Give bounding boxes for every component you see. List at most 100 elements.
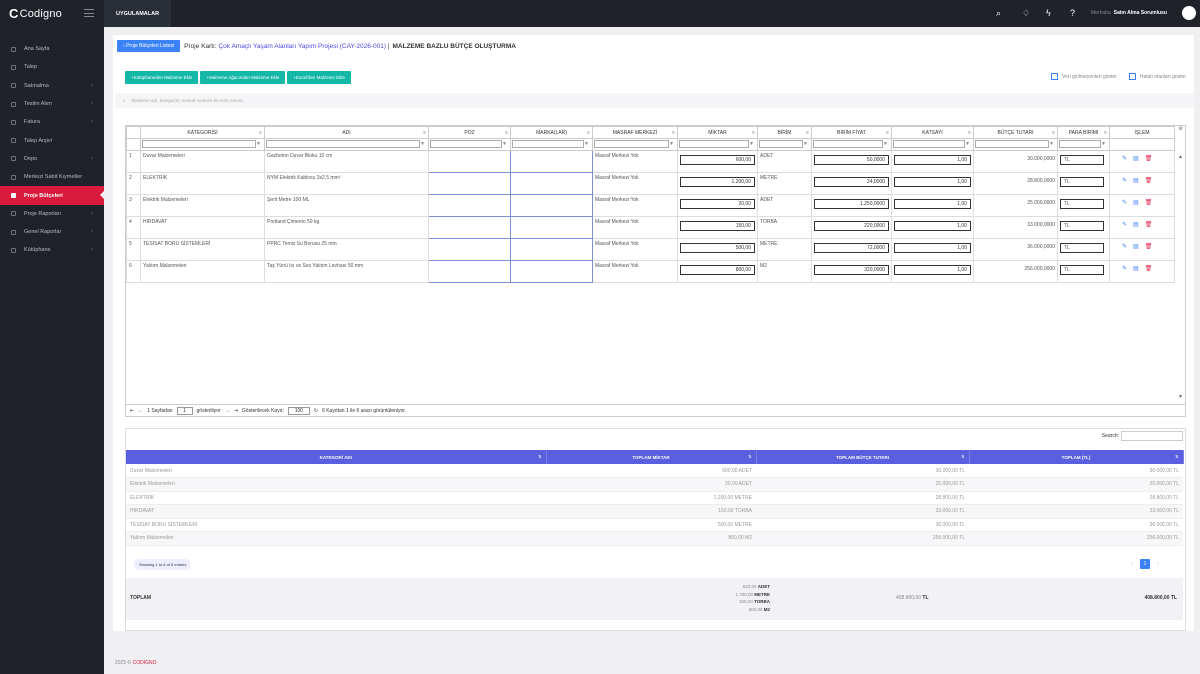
- edit-icon[interactable]: ✎: [1122, 243, 1127, 250]
- currency-select[interactable]: TL: [1060, 199, 1104, 209]
- filter-icon[interactable]: ▼: [883, 141, 888, 147]
- search-icon[interactable]: ⌕: [996, 8, 1001, 19]
- summary-column-header[interactable]: TOPLAM BÜTÇE TUTARI ⇅: [756, 450, 970, 464]
- page-input[interactable]: 1: [176, 406, 193, 415]
- coefficient-input[interactable]: 1,00: [894, 199, 971, 209]
- column-header[interactable]: KATEGORİSİ ≡: [140, 126, 265, 139]
- quantity-input[interactable]: 600,00: [680, 155, 755, 165]
- column-filter-input[interactable]: ▼: [1059, 140, 1106, 148]
- summary-column-header[interactable]: TOPLAM MİKTAR ⇅: [546, 450, 757, 464]
- column-header[interactable]: PARA BİRİMİ ≡: [1057, 126, 1110, 139]
- checkbox-box[interactable]: [1128, 73, 1136, 80]
- add-material-button[interactable]: + Excel'den Malzeme Ekle: [287, 71, 351, 84]
- brand-cell[interactable]: [510, 172, 593, 195]
- delete-icon[interactable]: 🗑: [1145, 199, 1153, 206]
- first-page-icon[interactable]: ⇤: [130, 408, 134, 414]
- checkbox-box[interactable]: [1051, 73, 1059, 80]
- column-filter-input[interactable]: ▼: [679, 140, 754, 148]
- table-row[interactable]: 4 HIRDAVAT Portland Çimento 50 kg Masraf Me…: [126, 216, 1175, 239]
- column-menu-icon[interactable]: ≡: [1104, 130, 1107, 136]
- sidebar-item[interactable]: Ana Sayfa: [0, 40, 104, 58]
- quick-search-input[interactable]: ⌕ Malzeme adı, kategorisi, masraf merkezi…: [115, 93, 1194, 108]
- details-icon[interactable]: ▤: [1133, 243, 1139, 250]
- filter-icon[interactable]: ▼: [502, 141, 507, 147]
- details-icon[interactable]: ▤: [1133, 221, 1139, 228]
- column-filter-input[interactable]: ▼: [142, 140, 261, 148]
- refresh-icon[interactable]: ↻: [314, 408, 318, 414]
- sidebar-item[interactable]: Kütüphane ›: [0, 241, 104, 259]
- coefficient-input[interactable]: 1,00: [894, 177, 971, 187]
- currency-select[interactable]: TL: [1060, 155, 1104, 165]
- table-row[interactable]: 3 Elektrik Malzemeleri Şerit Metre 100 ML M…: [126, 194, 1175, 217]
- column-header[interactable]: [126, 126, 141, 139]
- filter-icon[interactable]: ▼: [1101, 141, 1106, 147]
- poz-cell[interactable]: [428, 238, 511, 261]
- sidebar-item[interactable]: Genel Raporlar ›: [0, 223, 104, 241]
- column-menu-icon[interactable]: ≡: [423, 130, 426, 136]
- poz-cell[interactable]: [428, 216, 511, 239]
- brand-cell[interactable]: [510, 150, 593, 173]
- table-row[interactable]: 1 Duvar Malzemeleri Gazbeton Duvar Bloku 1…: [126, 150, 1175, 173]
- column-filter-input[interactable]: ▼: [759, 140, 808, 148]
- delete-icon[interactable]: 🗑: [1145, 177, 1153, 184]
- unit-price-input[interactable]: 50,0000: [814, 155, 889, 165]
- column-menu-icon[interactable]: ≡: [806, 130, 809, 136]
- prev-page-button[interactable]: ‹: [1127, 559, 1137, 569]
- delete-icon[interactable]: 🗑: [1145, 221, 1153, 228]
- column-menu-icon[interactable]: ≡: [968, 130, 971, 136]
- quantity-input[interactable]: 1.200,00: [680, 177, 755, 187]
- edit-icon[interactable]: ✎: [1122, 199, 1127, 206]
- coefficient-input[interactable]: 1,00: [894, 243, 971, 253]
- column-filter-input[interactable]: ▼: [975, 140, 1054, 148]
- column-filter-input[interactable]: ▼: [266, 140, 425, 148]
- sidebar-item[interactable]: Depo ›: [0, 150, 104, 168]
- details-icon[interactable]: ▤: [1133, 177, 1139, 184]
- per-page-select[interactable]: 100: [287, 406, 310, 415]
- unit-price-input[interactable]: 72,0000: [814, 243, 889, 253]
- table-row[interactable]: 6 Yalıtım Malzemeleri Taş Yünü Isı ve Ses …: [126, 260, 1175, 283]
- sidebar-item[interactable]: Fatura ›: [0, 113, 104, 131]
- currency-select[interactable]: TL: [1060, 221, 1104, 231]
- next-page-icon[interactable]: →: [225, 408, 230, 414]
- coefficient-input[interactable]: 1,00: [894, 265, 971, 275]
- filter-checkbox[interactable]: Hatalı olanları göster: [1128, 73, 1186, 80]
- table-row[interactable]: 2 ELEKTRİK NYM Elektrik Kablosu 3x2,5 mm² M…: [126, 172, 1175, 195]
- lightning-icon[interactable]: ϟ: [1046, 8, 1051, 18]
- edit-icon[interactable]: ✎: [1122, 265, 1127, 272]
- column-header[interactable]: İŞLEM: [1109, 126, 1175, 139]
- sidebar-item[interactable]: Talep: [0, 58, 104, 76]
- details-icon[interactable]: ▤: [1133, 265, 1139, 272]
- details-icon[interactable]: ▤: [1133, 199, 1139, 206]
- column-menu-icon[interactable]: ≡: [886, 130, 889, 136]
- quantity-input[interactable]: 20,00: [680, 199, 755, 209]
- currency-select[interactable]: TL: [1060, 265, 1104, 275]
- grid-settings-icon[interactable]: ⚙: [1179, 126, 1183, 132]
- filter-icon[interactable]: ▼: [256, 141, 261, 147]
- filter-icon[interactable]: ▼: [803, 141, 808, 147]
- summary-column-header[interactable]: KATEGORİ ADI ⇅: [126, 450, 547, 464]
- column-header[interactable]: ADI ≡: [264, 126, 429, 139]
- filter-icon[interactable]: ▼: [420, 141, 425, 147]
- column-menu-icon[interactable]: ≡: [505, 130, 508, 136]
- filter-icon[interactable]: ▼: [584, 141, 589, 147]
- column-filter-input[interactable]: ▼: [512, 140, 589, 148]
- unit-price-input[interactable]: 1.250,0000: [814, 199, 889, 209]
- filter-icon[interactable]: ▼: [749, 141, 754, 147]
- quantity-input[interactable]: 500,00: [680, 243, 755, 253]
- back-to-list-button[interactable]: ‹ Proje Bütçeleri Listesi: [117, 40, 181, 52]
- column-header[interactable]: MARKA(LAR) ≡: [510, 126, 593, 139]
- sidebar-item[interactable]: Talep Arşivi: [0, 131, 104, 149]
- column-filter-input[interactable]: ▼: [430, 140, 507, 148]
- brand-cell[interactable]: [510, 216, 593, 239]
- column-menu-icon[interactable]: ≡: [672, 130, 675, 136]
- next-page-button[interactable]: ›: [1153, 559, 1163, 569]
- column-menu-icon[interactable]: ≡: [752, 130, 755, 136]
- column-filter-input[interactable]: ▼: [813, 140, 888, 148]
- sort-icon[interactable]: ⇅: [538, 454, 541, 459]
- bell-icon[interactable]: ♢: [1022, 8, 1030, 19]
- brand-cell[interactable]: [510, 238, 593, 261]
- sidebar-item[interactable]: Proje Bütçeleri: [0, 186, 104, 205]
- currency-select[interactable]: TL: [1060, 177, 1104, 187]
- scroll-down-icon[interactable]: ▼: [1178, 394, 1183, 400]
- summary-search-input[interactable]: [1121, 431, 1183, 441]
